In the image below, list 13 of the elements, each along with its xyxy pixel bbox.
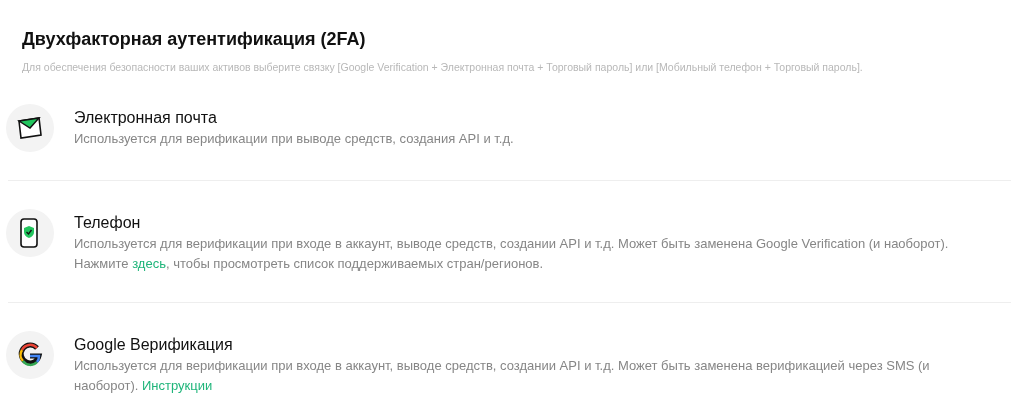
phone-shield-icon: [19, 216, 41, 249]
page-title: Двухфакторная аутентификация (2FA): [22, 28, 367, 51]
method-description: Используется для верификации при входе в аккаунт, выводе средств, создании API и т.д. Может быть заменена Google Verification (и наоборот). Нажмите здесь, чтобы просмотреть список поддерживаемых стран/регионов.: [74, 234, 950, 273]
link[interactable]: Инструкции: [142, 377, 213, 393]
google-g-icon: [16, 340, 44, 369]
envelope-icon: [17, 116, 43, 139]
method-description: Используется для верификации при входе в аккаунт, выводе средств, создании API и т.д. Может быть заменена верификацией через SMS (и наоборот). Инструкции: [74, 356, 931, 395]
method-title: Телефон: [74, 212, 142, 233]
method-title: Google Верификация: [74, 334, 234, 355]
page-subtitle: Для обеспечения безопасности ваших активов выберите связку [Google Verification + Электронная почта + Торговый пароль] или [Мобильный телефон + Торговый пароль].: [22, 60, 864, 75]
method-title: Электронная почта: [74, 107, 218, 128]
link[interactable]: здесь: [132, 255, 166, 271]
method-description: Используется для верификации при выводе средств, создания API и т.д.: [74, 129, 515, 148]
